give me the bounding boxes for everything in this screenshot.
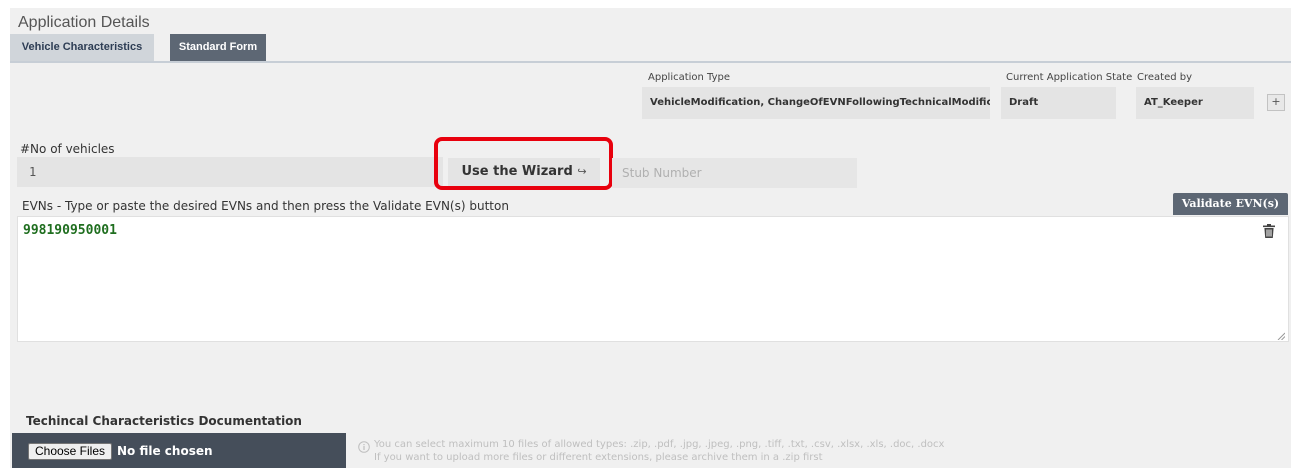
- choose-files-button[interactable]: Choose Files: [28, 443, 112, 460]
- page-title: Application Details: [18, 14, 150, 31]
- documentation-title: Techincal Characteristics Documentation: [26, 414, 302, 428]
- application-type-field: VehicleModification, ChangeOfEVNFollowin…: [642, 87, 990, 119]
- info-icon: [358, 441, 370, 453]
- application-details-panel: Application Details Vehicle Characterist…: [10, 8, 1291, 468]
- validate-evn-button[interactable]: Validate EVN(s): [1173, 193, 1288, 215]
- state-field: Draft: [1001, 87, 1116, 119]
- evn-instructions: EVNs - Type or paste the desired EVNs an…: [22, 199, 509, 213]
- use-wizard-button[interactable]: Use the Wizard ↪: [448, 158, 600, 186]
- vehicles-count-input[interactable]: 1: [17, 157, 443, 187]
- created-by-field: AT_Keeper: [1136, 87, 1254, 119]
- file-status: No file chosen: [117, 444, 213, 458]
- upload-hint-line-2: If you want to upload more files or diff…: [374, 452, 823, 463]
- tab-divider: [10, 61, 1291, 63]
- wizard-arrow-icon: ↪: [577, 165, 587, 178]
- application-type-label: Application Type: [648, 72, 731, 83]
- state-label: Current Application State: [1006, 72, 1133, 83]
- vehicles-count-label: #No of vehicles: [20, 142, 115, 156]
- add-button[interactable]: +: [1267, 94, 1285, 111]
- upload-hint-line-1: You can select maximum 10 files of allow…: [374, 439, 945, 450]
- tab-vehicle-characteristics[interactable]: Vehicle Characteristics: [10, 34, 154, 61]
- evn-textarea[interactable]: [17, 216, 1289, 342]
- trash-icon[interactable]: [1263, 224, 1275, 238]
- use-wizard-label: Use the Wizard: [461, 164, 573, 179]
- created-by-label: Created by: [1137, 72, 1193, 83]
- tab-standard-form[interactable]: Standard Form: [170, 34, 266, 61]
- stub-number-input[interactable]: Stub Number: [612, 158, 857, 188]
- resize-handle-icon[interactable]: [1277, 332, 1285, 340]
- evn-entry: 998190950001: [23, 223, 117, 238]
